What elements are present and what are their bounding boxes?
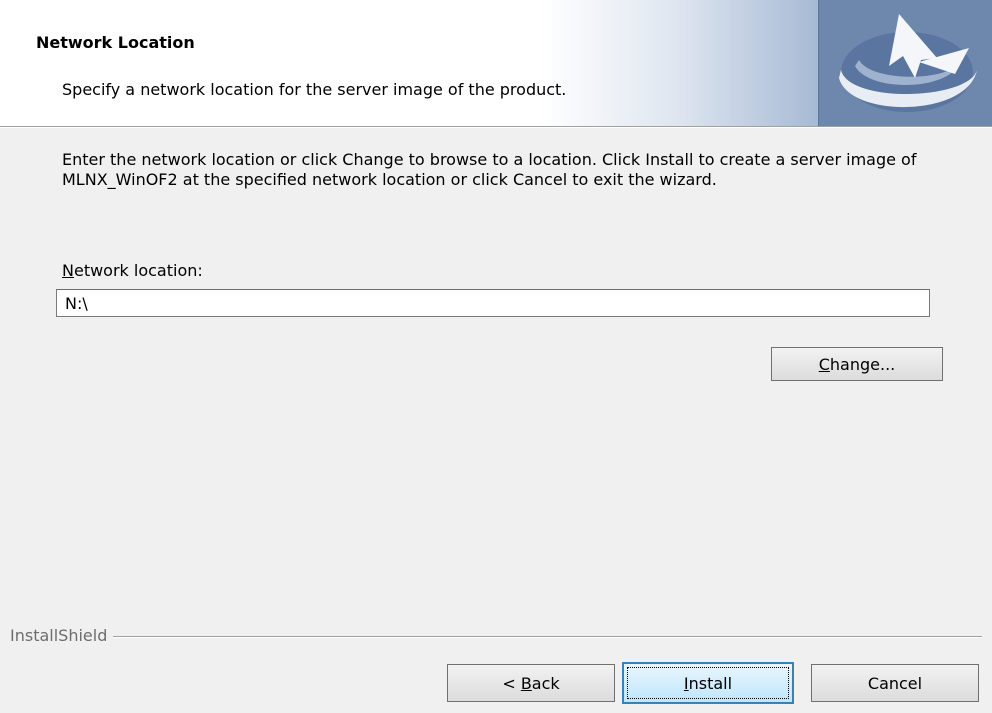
page-subtitle: Specify a network location for the serve…: [62, 80, 567, 99]
header-divider: [0, 126, 992, 128]
network-location-label-mnemonic: N: [62, 261, 74, 280]
footer-divider: [10, 636, 982, 638]
network-location-label-text: etwork location:: [73, 261, 203, 280]
change-button[interactable]: Change...: [771, 347, 943, 381]
instructions-text: Enter the network location or click Chan…: [62, 150, 917, 189]
change-button-label: hange...: [829, 354, 896, 374]
installshield-brand: InstallShield: [10, 626, 114, 645]
install-button-label: nstall: [688, 673, 733, 693]
back-button-mnemonic: B: [520, 673, 532, 693]
change-button-mnemonic: C: [818, 354, 830, 374]
back-button-label: ack: [531, 673, 560, 693]
back-button[interactable]: < Back: [447, 664, 615, 702]
cancel-button[interactable]: Cancel: [811, 664, 979, 702]
network-location-input[interactable]: [56, 289, 930, 317]
back-button-prefix: <: [502, 673, 521, 693]
network-location-label: Network location:: [62, 261, 203, 280]
installshield-logo-icon: [818, 0, 992, 126]
install-button-focus-ring: Install: [627, 667, 789, 699]
install-button[interactable]: Install: [622, 662, 794, 704]
wizard-header: Network Location Specify a network locat…: [0, 0, 992, 126]
page-title: Network Location: [36, 33, 195, 52]
